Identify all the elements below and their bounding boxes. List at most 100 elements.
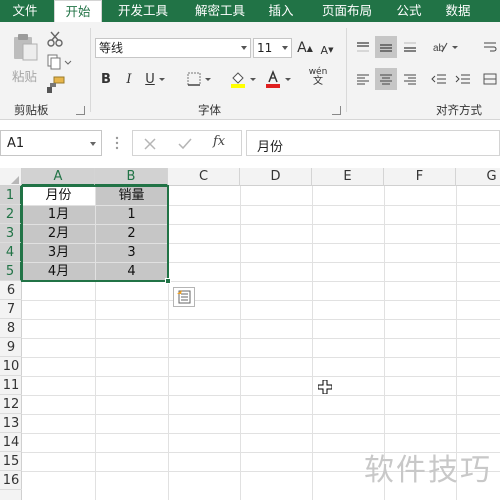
paste-icon[interactable] <box>10 32 40 62</box>
row-header-13[interactable]: 13 <box>0 414 22 433</box>
increase-indent-icon <box>455 74 470 84</box>
bold-button[interactable]: B <box>98 68 114 90</box>
decrease-indent-button[interactable] <box>428 68 450 90</box>
middle-align-button[interactable] <box>375 36 397 58</box>
underline-button[interactable]: U <box>142 68 168 90</box>
column-header-g[interactable]: G <box>456 168 500 186</box>
row-header-3[interactable]: 3 <box>0 224 22 243</box>
italic-button[interactable]: I <box>121 68 137 90</box>
column-header-f[interactable]: F <box>384 168 456 186</box>
gridline <box>22 300 500 301</box>
row-header-10[interactable]: 10 <box>0 357 22 376</box>
column-header-e[interactable]: E <box>312 168 384 186</box>
borders-button[interactable] <box>183 68 215 90</box>
middle-align-icon <box>380 44 392 52</box>
gridline <box>22 376 500 377</box>
bottom-align-icon <box>404 42 416 52</box>
wrap-text-button[interactable] <box>480 36 500 58</box>
align-right-button[interactable] <box>399 68 421 90</box>
borders-icon <box>187 72 201 86</box>
fill-handle[interactable] <box>165 278 171 284</box>
tab-file[interactable]: 文件 <box>0 0 50 22</box>
font-size-dropdown[interactable]: 11 <box>253 38 292 58</box>
name-box[interactable]: A1 <box>0 130 102 156</box>
row-header-2[interactable]: 2 <box>0 205 22 224</box>
merge-center-button[interactable] <box>480 68 500 90</box>
insert-function-button[interactable]: fx <box>213 134 225 149</box>
chevron-down-icon <box>158 77 165 81</box>
quick-analysis-button[interactable] <box>173 287 195 307</box>
font-dialog-launcher-icon[interactable] <box>332 106 341 115</box>
column-header-bar: A B C D E F G <box>0 168 500 186</box>
decrease-font-size-label: A <box>320 43 329 57</box>
underline-label: U <box>145 71 155 87</box>
select-all-button[interactable] <box>0 168 22 186</box>
decrease-font-size-button[interactable]: A ▼ <box>318 39 336 61</box>
row-header-12[interactable]: 12 <box>0 395 22 414</box>
format-painter-icon[interactable] <box>46 76 66 94</box>
clipboard-dialog-launcher-icon[interactable] <box>76 106 85 115</box>
column-header-c[interactable]: C <box>168 168 240 186</box>
row-header-16[interactable]: 16 <box>0 471 22 490</box>
cut-icon[interactable] <box>46 30 64 48</box>
align-left-button[interactable] <box>352 68 374 90</box>
row-header-5[interactable]: 5 <box>0 262 22 281</box>
ribbon-tab-bar: 文件 开始 开发工具 解密工具 插入 页面布局 公式 数据 <box>0 0 500 22</box>
row-header-1[interactable]: 1 <box>0 186 22 205</box>
watermark-text: 软件技巧 <box>364 453 492 488</box>
excel-window: 文件 开始 开发工具 解密工具 插入 页面布局 公式 数据 粘贴 剪贴板 等线 … <box>0 0 500 500</box>
name-box-value: A1 <box>7 136 25 151</box>
chevron-down-icon <box>241 46 247 50</box>
tab-developer[interactable]: 开发工具 <box>106 0 180 22</box>
top-align-icon <box>357 42 369 52</box>
quick-analysis-icon <box>177 290 191 304</box>
row-header-7[interactable]: 7 <box>0 300 22 319</box>
increase-indent-button[interactable] <box>452 68 474 90</box>
grip-dots-icon[interactable] <box>114 134 120 152</box>
ribbon-separator <box>346 28 347 112</box>
gridline <box>22 357 500 358</box>
gridline <box>22 395 500 396</box>
worksheet-grid[interactable]: A B C D E F G 1 2 3 4 5 6 7 8 9 10 11 12… <box>0 168 500 500</box>
top-align-button[interactable] <box>352 36 374 58</box>
fill-bucket-icon <box>231 72 245 88</box>
increase-font-size-button[interactable]: A ▲ <box>296 37 314 59</box>
column-header-a[interactable]: A <box>22 168 95 186</box>
tab-decrypt[interactable]: 解密工具 <box>184 0 256 22</box>
gridline <box>22 433 500 434</box>
fill-color-button[interactable] <box>227 68 259 90</box>
cancel-x-icon[interactable] <box>143 137 157 151</box>
chevron-down-icon <box>90 142 96 146</box>
tab-page-layout[interactable]: 页面布局 <box>310 0 384 22</box>
row-header-11[interactable]: 11 <box>0 376 22 395</box>
row-header-8[interactable]: 8 <box>0 319 22 338</box>
align-right-icon <box>404 74 416 85</box>
tab-insert[interactable]: 插入 <box>258 0 304 22</box>
row-header-15[interactable]: 15 <box>0 452 22 471</box>
wrap-text-icon <box>484 42 497 52</box>
row-header-14[interactable]: 14 <box>0 433 22 452</box>
row-header-4[interactable]: 4 <box>0 243 22 262</box>
formula-input[interactable]: 月份 <box>246 130 500 156</box>
align-center-button[interactable] <box>375 68 397 90</box>
copy-icon[interactable] <box>46 54 72 70</box>
font-color-button[interactable] <box>262 68 294 90</box>
orientation-button[interactable]: ab <box>430 36 460 58</box>
phonetic-guide-button[interactable]: wén 文 <box>304 66 332 88</box>
tab-data[interactable]: 数据 <box>434 0 482 22</box>
paste-label[interactable]: 粘贴 <box>12 66 37 85</box>
decrease-indent-icon <box>431 74 446 84</box>
font-name-dropdown[interactable]: 等线 <box>95 38 251 58</box>
font-size-value: 11 <box>257 41 273 55</box>
tab-formulas[interactable]: 公式 <box>386 0 432 22</box>
align-left-icon <box>357 74 369 85</box>
row-header-9[interactable]: 9 <box>0 338 22 357</box>
enter-check-icon[interactable] <box>177 137 193 151</box>
formula-content: 月份 <box>257 140 284 155</box>
chevron-down-icon <box>452 45 458 49</box>
column-header-b[interactable]: B <box>95 168 168 186</box>
column-header-d[interactable]: D <box>240 168 312 186</box>
tab-home[interactable]: 开始 <box>54 0 102 22</box>
bottom-align-button[interactable] <box>399 36 421 58</box>
row-header-6[interactable]: 6 <box>0 281 22 300</box>
